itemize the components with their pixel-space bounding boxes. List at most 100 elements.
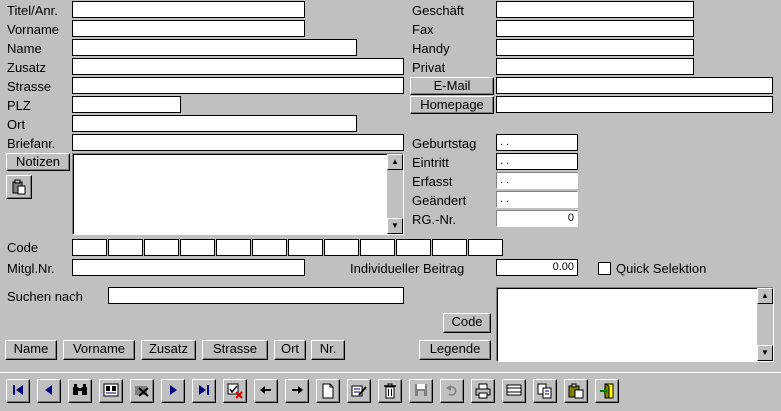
notizen-scrollbar[interactable]: ▲ ▼ <box>387 154 403 234</box>
geschaeft-label: Geschäft <box>412 3 465 18</box>
new-document-button[interactable] <box>316 379 340 403</box>
edit-button[interactable] <box>347 379 371 403</box>
last-record-icon <box>199 385 209 395</box>
code-box[interactable] <box>108 239 143 256</box>
code-box[interactable] <box>216 239 251 256</box>
rgnr-field: 0 <box>496 210 578 227</box>
scroll-down-icon[interactable]: ▼ <box>387 218 403 234</box>
plz-label: PLZ <box>7 98 31 113</box>
rgnr-label: RG.-Nr. <box>412 212 457 227</box>
paste-button[interactable] <box>564 379 588 403</box>
code-box[interactable] <box>288 239 323 256</box>
arrow-right-button[interactable] <box>285 379 309 403</box>
eintritt-field[interactable]: . . <box>496 153 578 170</box>
fax-field[interactable] <box>496 20 694 37</box>
undo-icon <box>446 385 457 396</box>
mitglnr-field[interactable] <box>72 259 305 276</box>
binoculars-icon <box>73 384 87 395</box>
privat-field[interactable] <box>496 58 694 75</box>
arrow-left-icon <box>260 386 271 394</box>
filter-off-icon <box>135 386 149 397</box>
code-box[interactable] <box>396 239 431 256</box>
form-view-button[interactable] <box>502 379 526 403</box>
delete-mark-button[interactable] <box>223 379 247 403</box>
previous-record-button[interactable] <box>37 379 61 403</box>
first-record-icon <box>13 385 23 395</box>
paste-notes-button[interactable] <box>6 175 32 199</box>
plz-field[interactable] <box>72 96 181 113</box>
code-button[interactable]: Code <box>443 313 491 333</box>
code-box[interactable] <box>180 239 215 256</box>
zusatz-field[interactable] <box>72 58 404 75</box>
legende-textarea[interactable]: ▲ ▼ <box>496 287 774 362</box>
email-field[interactable] <box>496 77 773 94</box>
quick-selection-checkbox[interactable] <box>598 262 611 275</box>
email-button[interactable]: E-Mail <box>410 77 494 95</box>
vorname-field[interactable] <box>72 20 305 37</box>
scroll-up-icon[interactable]: ▲ <box>387 154 403 170</box>
clipboard-icon <box>12 179 26 195</box>
name-field[interactable] <box>72 39 357 56</box>
search-list-button[interactable] <box>99 379 123 403</box>
last-record-button[interactable] <box>192 379 216 403</box>
search-by-vorname-button[interactable]: Vorname <box>63 340 135 360</box>
arrow-left-button[interactable] <box>254 379 278 403</box>
titel-field[interactable] <box>72 1 305 18</box>
beitrag-label: Individueller Beitrag <box>350 261 465 276</box>
copy-button[interactable] <box>533 379 557 403</box>
code-box[interactable] <box>324 239 359 256</box>
ort-field[interactable] <box>72 115 357 132</box>
previous-record-icon <box>45 385 52 395</box>
next-record-icon <box>170 385 177 395</box>
code-box[interactable] <box>432 239 467 256</box>
search-by-name-button[interactable]: Name <box>5 340 57 360</box>
legende-button[interactable]: Legende <box>419 340 491 360</box>
code-box[interactable] <box>252 239 287 256</box>
notizen-textarea[interactable]: ▲ ▼ <box>72 153 404 235</box>
scroll-down-icon[interactable]: ▼ <box>757 345 773 361</box>
suchen-field[interactable] <box>108 287 404 304</box>
code-box[interactable] <box>72 239 107 256</box>
arrow-right-icon <box>292 386 303 394</box>
print-button[interactable] <box>471 379 495 403</box>
first-record-button[interactable] <box>6 379 30 403</box>
form-view-icon <box>506 384 522 396</box>
geschaeft-field[interactable] <box>496 1 694 18</box>
save-button[interactable] <box>409 379 433 403</box>
search-by-ort-button[interactable]: Ort <box>274 340 306 360</box>
search-by-strasse-button[interactable]: Strasse <box>202 340 268 360</box>
search-by-zusatz-button[interactable]: Zusatz <box>141 340 196 360</box>
homepage-field[interactable] <box>496 96 773 113</box>
copy-icon <box>537 383 552 399</box>
paste-icon <box>568 383 584 399</box>
legende-scrollbar[interactable]: ▲ ▼ <box>757 288 773 361</box>
search-by-nr-button[interactable]: Nr. <box>311 340 345 360</box>
geburtstag-label: Geburtstag <box>412 136 477 151</box>
code-box[interactable] <box>144 239 179 256</box>
briefanr-label: Briefanr. <box>7 136 56 151</box>
zusatz-label: Zusatz <box>7 60 47 75</box>
handy-field[interactable] <box>496 39 694 56</box>
geaendert-label: Geändert <box>412 193 467 208</box>
code-box[interactable] <box>468 239 503 256</box>
strasse-field[interactable] <box>72 77 404 94</box>
find-button[interactable] <box>68 379 92 403</box>
notizen-button[interactable]: Notizen <box>6 153 70 171</box>
scroll-up-icon[interactable]: ▲ <box>757 288 773 304</box>
quick-selection-label: Quick Selektion <box>616 261 707 276</box>
code-box[interactable] <box>360 239 395 256</box>
briefanr-field[interactable] <box>72 134 404 151</box>
edit-icon <box>351 385 367 397</box>
undo-button[interactable] <box>440 379 464 403</box>
filter-off-button[interactable] <box>130 379 154 403</box>
trash-button[interactable] <box>378 379 402 403</box>
homepage-button[interactable]: Homepage <box>410 96 494 114</box>
strasse-label: Strasse <box>7 79 52 94</box>
new-document-icon <box>322 383 334 399</box>
geburtstag-field[interactable]: . . <box>496 134 578 151</box>
suchen-label: Suchen nach <box>7 289 83 304</box>
fax-label: Fax <box>412 22 434 37</box>
exit-button[interactable] <box>595 379 619 403</box>
next-record-button[interactable] <box>161 379 185 403</box>
beitrag-field[interactable]: 0.00 <box>496 259 578 276</box>
